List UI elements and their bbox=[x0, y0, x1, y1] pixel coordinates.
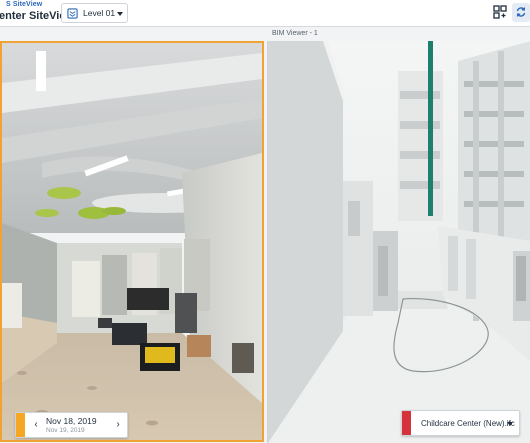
model-select[interactable]: Childcare Center (New).ifc bbox=[401, 410, 520, 436]
chevron-down-icon bbox=[117, 12, 123, 16]
level-select[interactable]: Level 01 bbox=[61, 3, 128, 23]
chevron-down-icon bbox=[507, 422, 513, 426]
photo-viewer-pane[interactable]: ‹ Nov 18, 2019 Nov 19, 2019 › bbox=[0, 41, 264, 442]
bim-model-render[interactable] bbox=[268, 41, 530, 443]
chevron-left-icon[interactable]: ‹ bbox=[31, 420, 41, 430]
split-view-button[interactable] bbox=[493, 5, 507, 19]
chevron-right-icon[interactable]: › bbox=[113, 420, 123, 430]
next-capture-date: Nov 19, 2019 bbox=[46, 427, 85, 434]
date-accent-bar bbox=[16, 413, 25, 437]
date-selector[interactable]: ‹ Nov 18, 2019 Nov 19, 2019 › bbox=[15, 412, 128, 438]
split-view-icon bbox=[493, 5, 507, 19]
capture-date[interactable]: Nov 18, 2019 bbox=[46, 416, 97, 426]
model-accent-bar bbox=[402, 411, 411, 435]
layers-icon bbox=[67, 8, 78, 19]
sync-icon bbox=[516, 7, 526, 17]
level-select-value: Level 01 bbox=[83, 8, 116, 18]
top-bar: S SiteView enter SiteView Level 01 bbox=[0, 0, 530, 27]
bim-viewer-pane[interactable] bbox=[267, 41, 530, 443]
bim-viewer-header: BIM Viewer - 1 bbox=[267, 27, 530, 41]
bim-viewer-title: BIM Viewer - 1 bbox=[272, 30, 318, 37]
sync-button[interactable] bbox=[512, 3, 530, 22]
site-photo[interactable] bbox=[2, 43, 262, 440]
model-select-value: Childcare Center (New).ifc bbox=[421, 419, 515, 428]
app-subtitle: S SiteView bbox=[6, 1, 43, 8]
